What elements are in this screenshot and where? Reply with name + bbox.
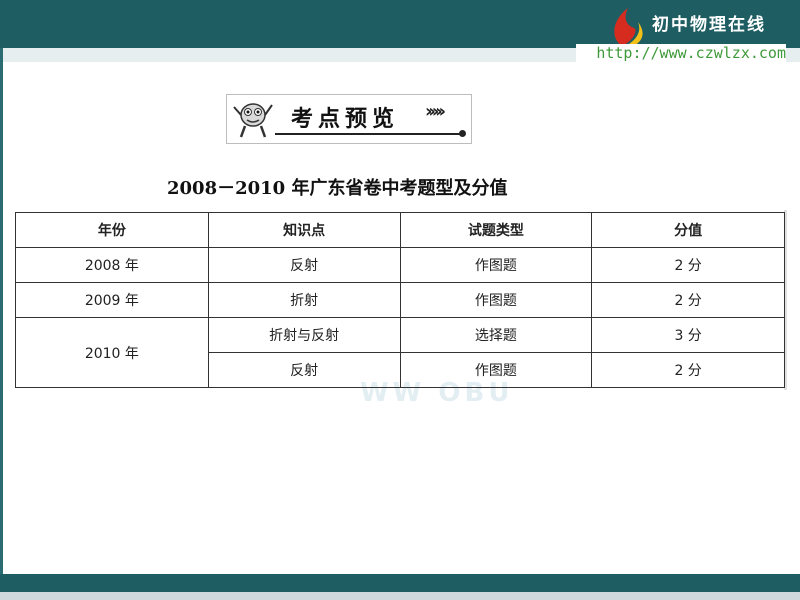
- bottom-strip: [0, 592, 800, 600]
- topic-cell: 反射: [207, 247, 401, 283]
- year-cell: 2008 年: [15, 247, 209, 283]
- column-header: 知识点: [207, 212, 401, 248]
- chevron-right-icon: ›››››: [425, 101, 446, 122]
- brand-logo: 初中物理在线 http://www.czwlzx.com: [576, 4, 798, 64]
- flame-logo-icon: [614, 8, 643, 47]
- brand-name: 初中物理在线: [652, 15, 766, 35]
- mascot-icon: [233, 103, 273, 138]
- section-title: 考点预览: [291, 106, 400, 132]
- table-row: 2009 年 折射 作图题 2 分: [15, 282, 785, 318]
- score-cell: 2 分: [591, 282, 785, 318]
- year-cell: 2010 年: [15, 317, 209, 388]
- column-header: 试题类型: [399, 212, 593, 248]
- exam-topic-table: 年份 知识点 试题类型 分值 2008 年 反射 作图题 2 分 2009 年 …: [15, 212, 785, 388]
- type-cell: 作图题: [399, 247, 593, 283]
- type-cell: 选择题: [399, 317, 593, 353]
- column-header: 年份: [15, 212, 209, 248]
- table-row: 2008 年 反射 作图题 2 分: [15, 247, 785, 283]
- year-cell: 2009 年: [15, 282, 209, 318]
- score-cell: 2 分: [591, 247, 785, 283]
- table-row: 2010 年 折射与反射 选择题 3 分: [15, 317, 785, 388]
- brand-url[interactable]: http://www.czwlzx.com: [576, 44, 786, 62]
- left-divider: [0, 48, 3, 578]
- table-title: 2008－2010 年广东省卷中考题型及分值: [167, 178, 508, 199]
- type-cell: 作图题: [399, 352, 593, 388]
- column-header: 分值: [591, 212, 785, 248]
- section-header: 考点预览 ›››››: [226, 94, 472, 144]
- type-cell: 作图题: [399, 282, 593, 318]
- header-underline: [275, 133, 463, 135]
- score-cell: 3 分: [591, 317, 785, 353]
- header-dot: [459, 130, 466, 137]
- topic-cell: 折射与反射: [207, 317, 401, 353]
- topic-cell: 折射: [207, 282, 401, 318]
- topic-cell: 反射: [207, 352, 401, 388]
- table-header-row: 年份 知识点 试题类型 分值: [15, 212, 785, 248]
- score-cell: 2 分: [591, 352, 785, 388]
